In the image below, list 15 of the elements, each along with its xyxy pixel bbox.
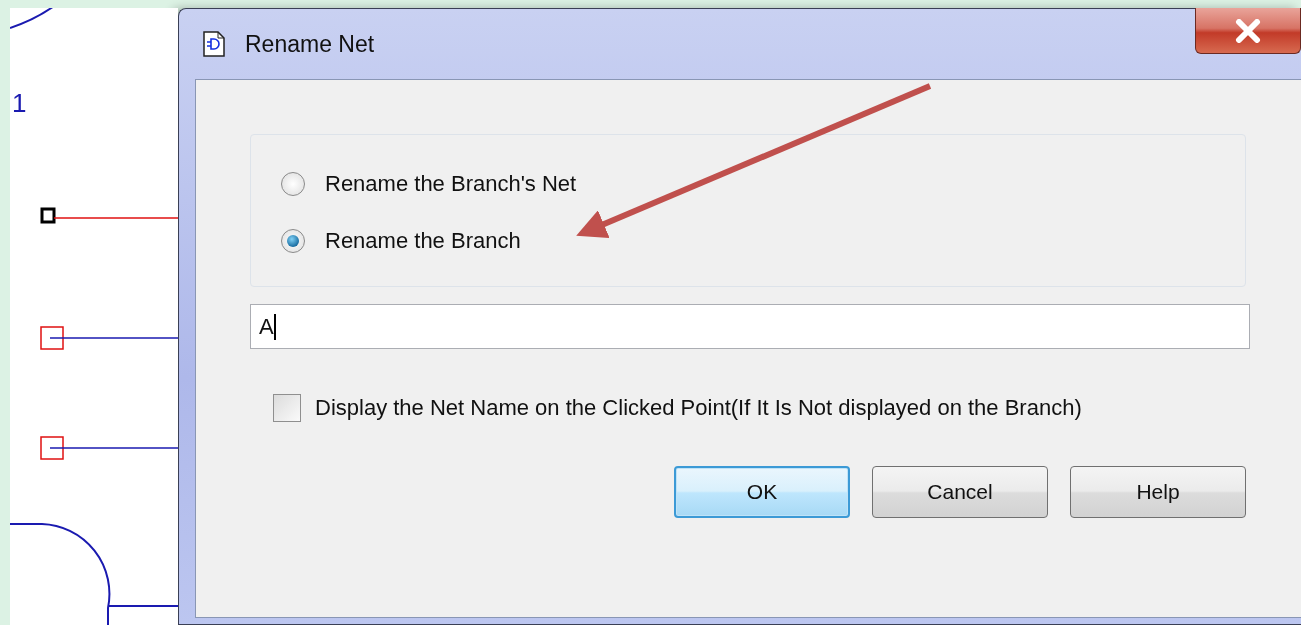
radio-label: Rename the Branch bbox=[325, 228, 521, 254]
gate-document-icon bbox=[203, 31, 225, 57]
dialog-button[interactable]: Help bbox=[1070, 466, 1246, 518]
checkbox[interactable] bbox=[273, 394, 301, 422]
dialog-button[interactable]: OK bbox=[674, 466, 850, 518]
close-button[interactable] bbox=[1195, 8, 1301, 54]
name-field[interactable]: A bbox=[250, 304, 1250, 349]
close-icon bbox=[1233, 18, 1263, 43]
checkbox-label: Display the Net Name on the Clicked Point(If It Is Not displayed on the Branch) bbox=[315, 395, 1082, 421]
dialog-button[interactable]: Cancel bbox=[872, 466, 1048, 518]
radio-button[interactable] bbox=[281, 229, 305, 253]
pin-number: 1 bbox=[12, 88, 27, 118]
window-title: Rename Net bbox=[245, 30, 375, 58]
radio-button[interactable] bbox=[281, 172, 305, 196]
radio-label: Rename the Branch's Net bbox=[325, 171, 577, 197]
